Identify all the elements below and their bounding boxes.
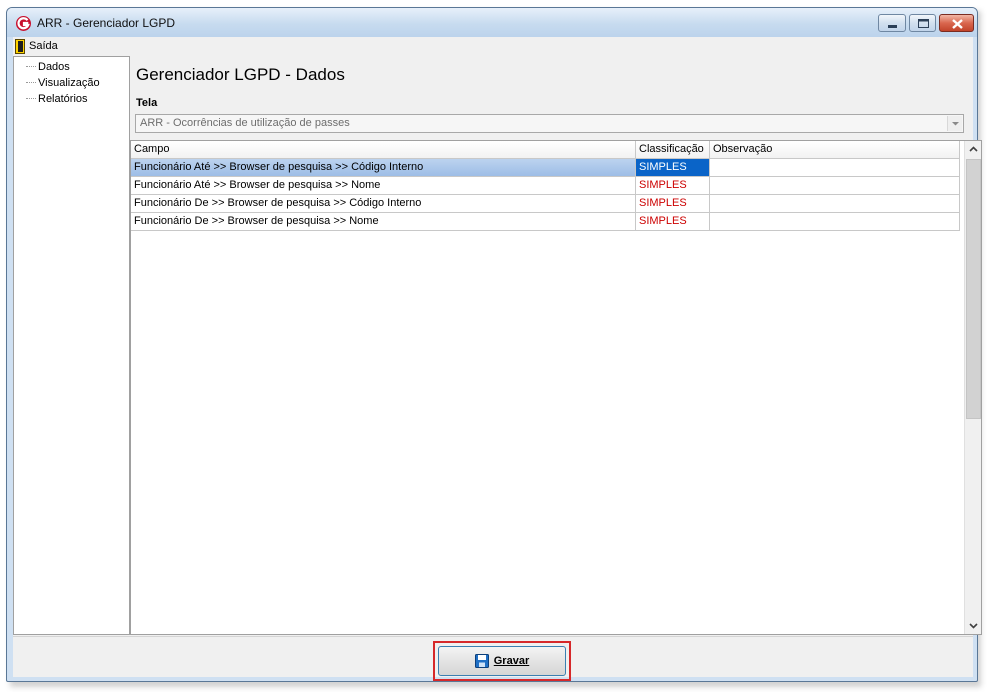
tree-item-label: Relatórios: [38, 92, 88, 105]
close-button[interactable]: [939, 14, 974, 32]
tree-connector: [26, 66, 36, 67]
data-grid: Campo Classificação Observação Funcionár…: [130, 140, 982, 635]
table-row[interactable]: Funcionário De >> Browser de pesquisa >>…: [131, 195, 960, 213]
tree-item-dados[interactable]: Dados: [26, 59, 70, 74]
table-row[interactable]: Funcionário Até >> Browser de pesquisa >…: [131, 159, 960, 177]
minimize-icon: [888, 25, 897, 28]
cell-campo[interactable]: Funcionário De >> Browser de pesquisa >>…: [131, 213, 636, 231]
cell-campo[interactable]: Funcionário Até >> Browser de pesquisa >…: [131, 177, 636, 195]
close-icon: [952, 19, 963, 29]
cell-classificacao[interactable]: SIMPLES: [636, 195, 710, 213]
grid-body: Funcionário Até >> Browser de pesquisa >…: [131, 159, 960, 231]
floppy-disk-icon: [474, 654, 489, 668]
screen-select-value: ARR - Ocorrências de utilização de passe…: [140, 117, 350, 129]
maximize-icon: [918, 19, 929, 28]
door-exit-icon: [15, 38, 25, 54]
title-bar[interactable]: ARR - Gerenciador LGPD: [7, 8, 977, 37]
screen-select[interactable]: ARR - Ocorrências de utilização de passe…: [135, 114, 964, 133]
cell-classificacao[interactable]: SIMPLES: [636, 213, 710, 231]
app-window: ARR - Gerenciador LGPD Saída Dados Visua…: [6, 7, 982, 682]
dropdown-button[interactable]: [947, 116, 962, 131]
cell-classificacao[interactable]: SIMPLES: [636, 177, 710, 195]
cell-observacao[interactable]: [710, 159, 960, 177]
footer-divider: [13, 636, 973, 637]
table-row[interactable]: Funcionário Até >> Browser de pesquisa >…: [131, 177, 960, 195]
scroll-down-button[interactable]: [965, 617, 982, 634]
window-title: ARR - Gerenciador LGPD: [37, 16, 176, 30]
table-row[interactable]: Funcionário De >> Browser de pesquisa >>…: [131, 213, 960, 231]
tree-connector: [26, 82, 36, 83]
exit-menu-item[interactable]: Saída: [15, 38, 58, 54]
cell-observacao[interactable]: [710, 195, 960, 213]
column-header-classificacao[interactable]: Classificação: [636, 141, 710, 159]
cell-observacao[interactable]: [710, 177, 960, 195]
chevron-down-icon: [952, 122, 959, 126]
column-header-campo[interactable]: Campo: [131, 141, 636, 159]
save-button[interactable]: Gravar: [438, 646, 566, 676]
maximize-button[interactable]: [909, 14, 936, 32]
save-label: Gravar: [493, 655, 530, 667]
grid-header: Campo Classificação Observação: [131, 141, 960, 159]
vertical-scrollbar[interactable]: [964, 141, 981, 634]
page-title: Gerenciador LGPD - Dados: [136, 65, 345, 84]
tree-connector: [26, 98, 36, 99]
cell-classificacao[interactable]: SIMPLES: [636, 159, 710, 177]
cell-campo[interactable]: Funcionário Até >> Browser de pesquisa >…: [131, 159, 636, 177]
cell-campo[interactable]: Funcionário De >> Browser de pesquisa >>…: [131, 195, 636, 213]
chevron-up-icon: [969, 146, 978, 152]
navigation-tree: Dados Visualização Relatórios: [13, 56, 130, 635]
tree-item-relatorios[interactable]: Relatórios: [26, 91, 88, 106]
client-area: Saída Dados Visualização Relatórios Gere…: [13, 37, 982, 681]
cell-observacao[interactable]: [710, 213, 960, 231]
app-logo-icon: [16, 16, 31, 31]
scroll-up-button[interactable]: [965, 141, 982, 158]
chevron-down-icon: [969, 623, 978, 629]
tree-item-label: Dados: [38, 60, 70, 73]
minimize-button[interactable]: [878, 14, 906, 32]
exit-label: Saída: [29, 40, 58, 52]
column-header-observacao[interactable]: Observação: [710, 141, 960, 159]
tree-item-visualizacao[interactable]: Visualização: [26, 75, 100, 90]
menu-bar: Saída: [13, 37, 973, 55]
tree-item-label: Visualização: [38, 76, 100, 89]
screen-label: Tela: [136, 97, 158, 109]
scroll-thumb[interactable]: [966, 159, 981, 419]
